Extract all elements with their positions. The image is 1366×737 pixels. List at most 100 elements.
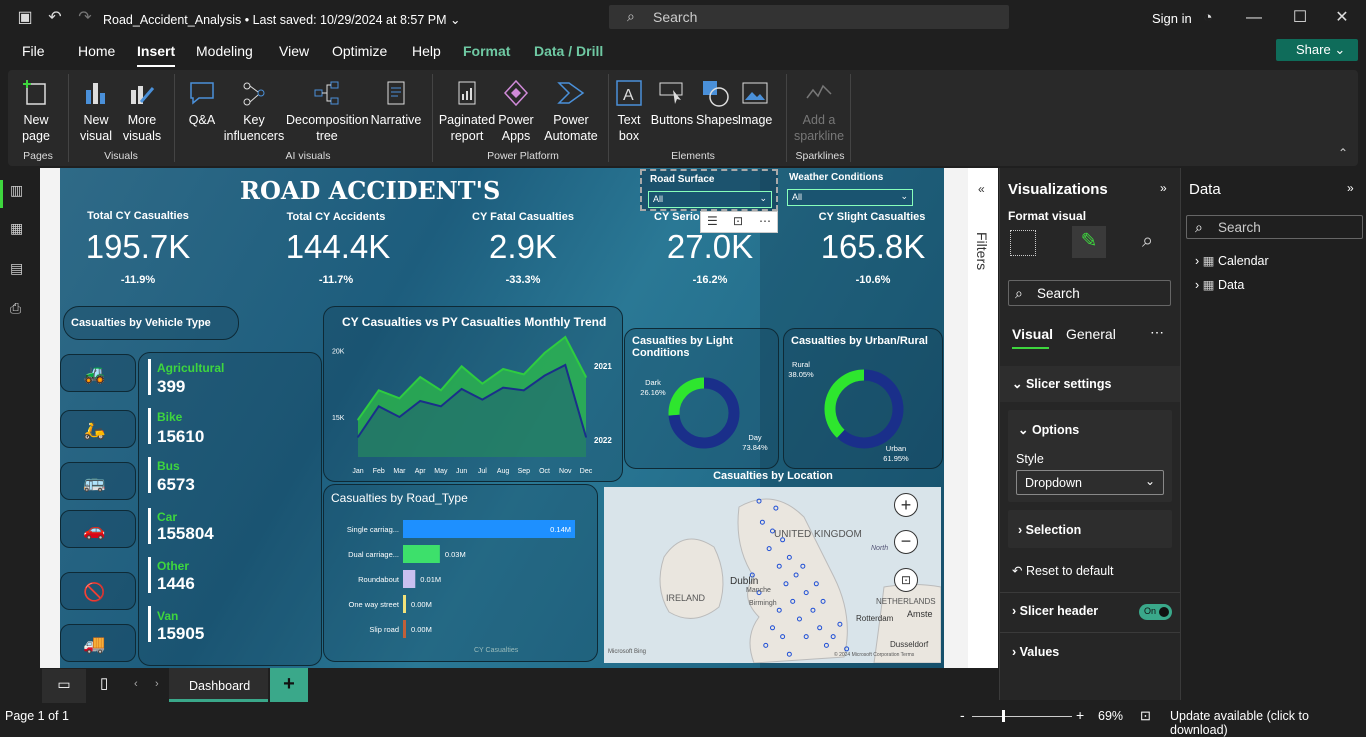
zoom-in-button[interactable]: + [1076, 707, 1084, 723]
qa-button[interactable]: Q&A [184, 78, 220, 128]
fit-to-page-icon[interactable]: ⊡ [1140, 708, 1151, 724]
more-options-icon[interactable]: ⋯ [1150, 324, 1164, 341]
vehicle-icon-box: 🚌 [60, 462, 136, 500]
document-title[interactable]: Road_Accident_Analysis • Last saved: 10/… [103, 12, 460, 27]
key-influencers-button[interactable]: Key influencers [222, 78, 286, 144]
sparkline-icon [806, 84, 832, 99]
road-surface-dropdown[interactable]: All ⌄ [648, 191, 772, 208]
urban-rural-panel[interactable]: Casualties by Urban/Rural Rural 38.05% Urb… [783, 328, 943, 469]
mobile-layout-icon[interactable]: ▯ [100, 674, 108, 692]
group-ai-visuals-label: AI visuals [285, 150, 331, 162]
narrative-button[interactable]: Narrative [368, 78, 424, 128]
dax-query-view-icon[interactable]: ⎙ [10, 300, 30, 320]
menu-file[interactable]: File [22, 43, 45, 59]
kpi-total-accidents-value: 144.4K [285, 228, 391, 265]
update-available-link[interactable]: Update available (click to download) [1170, 709, 1366, 737]
select-area-icon[interactable]: ⊡ [894, 568, 918, 592]
data-point [398, 416, 401, 418]
redo-icon[interactable]: ↷ [76, 9, 94, 27]
slicer-settings-section[interactable]: ⌄ Slicer settings [1000, 366, 1181, 402]
share-button[interactable]: Share ⌄ [1276, 39, 1358, 61]
menu-help[interactable]: Help [412, 43, 441, 59]
ribbon-separator [850, 74, 851, 162]
page-tab-dashboard[interactable]: Dashboard [169, 668, 268, 702]
image-button[interactable]: Image [736, 78, 774, 128]
slicer-header-toggle[interactable]: › Slicer header [1012, 604, 1098, 618]
road-bar [403, 570, 416, 588]
buttons-button[interactable]: Buttons [650, 78, 694, 128]
menu-view[interactable]: View [279, 43, 309, 59]
weather-conditions-dropdown[interactable]: All ⌄ [787, 189, 913, 206]
selection-section[interactable]: › Selection [1008, 510, 1172, 548]
monthly-trend-panel[interactable]: CY Casualties vs PY Casualties Monthly T… [323, 306, 623, 482]
next-page-icon[interactable]: › [155, 678, 159, 690]
style-dropdown[interactable]: Dropdown ⌄ [1016, 470, 1164, 495]
menu-insert[interactable]: Insert [137, 43, 176, 67]
menu-home[interactable]: Home [78, 43, 115, 59]
monthly-trend-chart: 20K 15K 2021 2022 Jan Feb Mar Apr May Jun Jul Aug Se… [332, 335, 612, 475]
collapse-pane-icon[interactable]: » [1347, 181, 1354, 195]
zoom-slider-track[interactable] [972, 716, 1072, 717]
paginated-report-button[interactable]: Paginated report [438, 78, 496, 144]
power-automate-button[interactable]: Power Automate [540, 78, 602, 144]
new-page-button[interactable]: New page [16, 78, 56, 144]
model-view-icon[interactable]: ▤ [10, 260, 30, 280]
desktop-layout-icon[interactable]: ▭ [42, 669, 86, 703]
menu-data-drill[interactable]: Data / Drill [534, 43, 603, 59]
table-item-data[interactable]: › ▦ Data [1195, 277, 1244, 292]
dashboard-page[interactable]: ROAD ACCIDENT'S Total CY Casualties 195.… [60, 168, 944, 668]
minimize-icon[interactable]: — [1245, 9, 1263, 27]
reset-to-default-button[interactable]: ↶ Reset to default [1012, 563, 1114, 578]
add-page-button[interactable]: + [270, 668, 308, 702]
expand-filters-icon[interactable]: « [978, 182, 985, 196]
values-toggle[interactable]: › Values [1012, 645, 1059, 659]
zoom-out-icon[interactable]: − [894, 530, 918, 554]
shapes-button[interactable]: Shapes [696, 78, 738, 128]
options-toggle[interactable]: ⌄ Options [1018, 422, 1079, 437]
tab-visual[interactable]: Visual [1012, 326, 1053, 342]
road-type-panel[interactable]: Casualties by Road_Type Single carriag..… [323, 484, 598, 662]
casualties-map[interactable]: IRELAND Dublin UNITED KINGDOM Manche Bir… [604, 487, 941, 663]
collapse-ribbon-icon[interactable]: ⌃ [1338, 146, 1348, 160]
more-visuals-button[interactable]: More visuals [114, 78, 170, 144]
zoom-in-icon[interactable]: + [894, 493, 918, 517]
tab-general[interactable]: General [1066, 326, 1116, 342]
more-options-icon[interactable]: ⋯ [759, 214, 771, 228]
table-view-icon[interactable]: ▦ [10, 220, 30, 240]
menu-optimize[interactable]: Optimize [332, 43, 387, 59]
road-surface-slicer[interactable]: Road Surface All ⌄ [640, 169, 778, 211]
undo-icon[interactable]: ↶ [46, 9, 64, 27]
power-apps-button[interactable]: Power Apps [496, 78, 536, 144]
maximize-icon[interactable]: ☐ [1291, 9, 1309, 27]
light-conditions-panel[interactable]: Casualties by Light Conditions Dark 26.16… [624, 328, 779, 469]
analytics-icon[interactable]: ⌕ [1142, 230, 1153, 253]
save-icon[interactable]: ▣ [16, 9, 34, 27]
filter-icon[interactable]: ☰ [707, 214, 718, 228]
zoom-out-button[interactable]: - [960, 707, 965, 723]
filters-pane-collapsed[interactable]: « Filters [968, 168, 998, 668]
menu-format[interactable]: Format [463, 43, 510, 59]
data-search-input[interactable]: ⌕ Search [1186, 215, 1363, 239]
table-item-calendar[interactable]: › ▦ Calendar [1195, 253, 1269, 268]
format-brush-icon[interactable]: ✎ [1072, 226, 1106, 258]
vehicle-icon-box: 🚚 [60, 624, 136, 662]
menu-modeling[interactable]: Modeling [196, 43, 253, 59]
account-icon[interactable]: ◔ [1199, 9, 1217, 27]
zoom-slider-thumb[interactable] [1002, 710, 1005, 722]
close-icon[interactable]: ✕ [1333, 9, 1351, 27]
zoom-level: 69% [1098, 709, 1124, 723]
prev-page-icon[interactable]: ‹ [134, 678, 138, 690]
collapse-pane-icon[interactable]: » [1160, 181, 1167, 195]
add-sparkline-button[interactable]: Add a sparkline [794, 78, 844, 144]
text-box-button[interactable]: A Text box [612, 78, 646, 144]
global-search[interactable]: ⌕ Search [609, 5, 1009, 29]
slicer-header-switch[interactable]: On [1139, 604, 1172, 620]
weather-conditions-slicer[interactable]: Weather Conditions All ⌄ [785, 169, 915, 211]
focus-mode-icon[interactable]: ⊡ [733, 214, 743, 228]
build-visual-icon[interactable] [1010, 230, 1036, 256]
sign-in-link[interactable]: Sign in [1152, 11, 1192, 26]
format-search-input[interactable]: ⌕ Search [1008, 280, 1171, 306]
new-visual-button[interactable]: New visual [74, 78, 118, 144]
report-view-icon[interactable]: ▥ [10, 182, 30, 202]
decomposition-tree-button[interactable]: Decomposition tree [286, 78, 369, 144]
